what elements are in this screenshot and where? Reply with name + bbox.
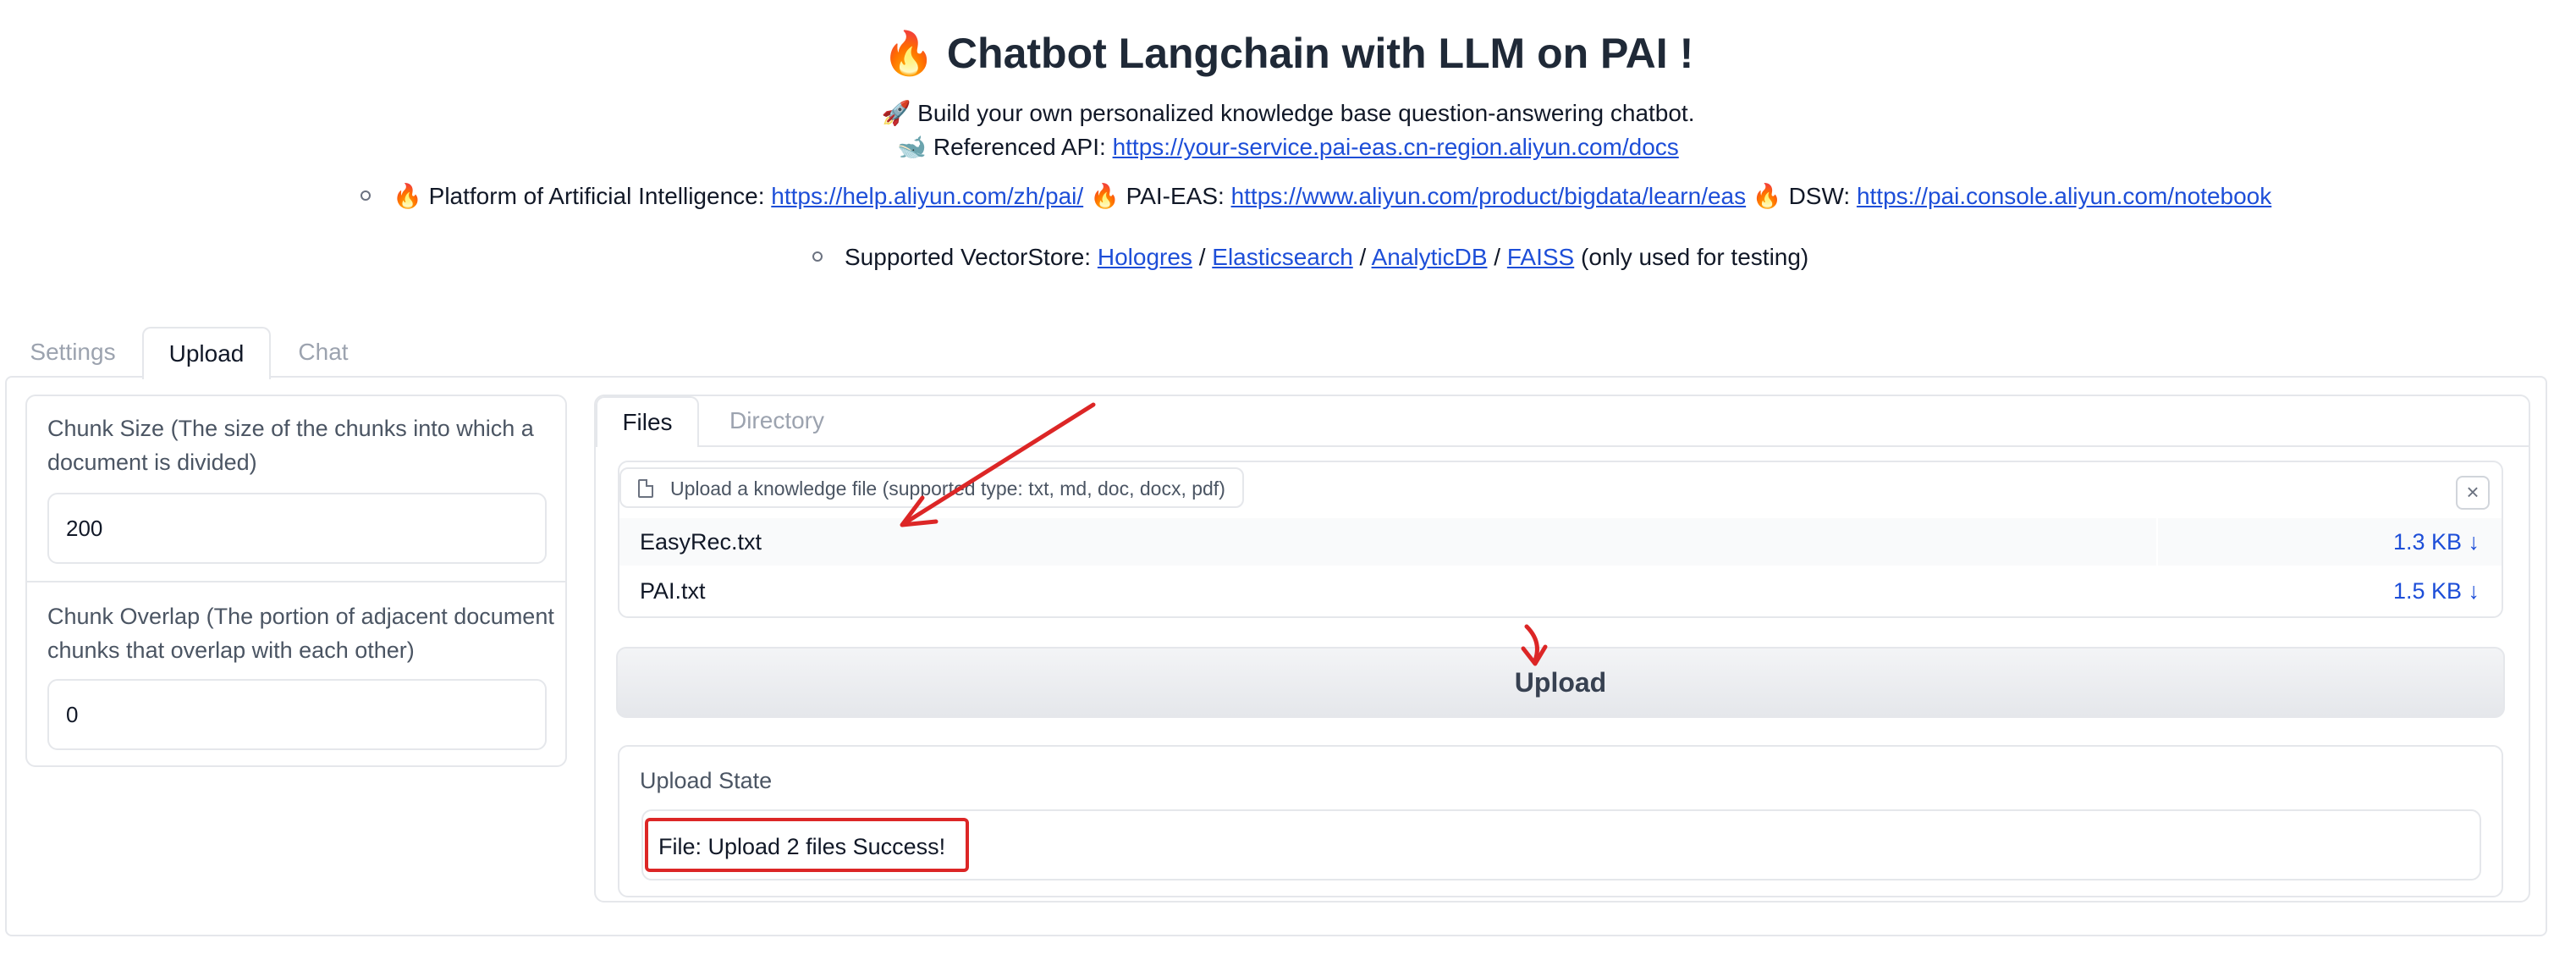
separator: / — [1352, 244, 1372, 270]
elasticsearch-link[interactable]: Elasticsearch — [1212, 244, 1353, 270]
hologres-link[interactable]: Hologres — [1098, 244, 1192, 270]
bullet-icon — [812, 251, 823, 262]
api-reference-link[interactable]: https://your-service.pai-eas.cn-region.a… — [1113, 134, 1679, 160]
eas-label: PAI-EAS: — [1126, 183, 1231, 209]
separator: / — [1487, 244, 1507, 270]
divider — [2156, 518, 2158, 566]
tab-settings[interactable]: Settings — [14, 327, 132, 378]
upload-state-value: File: Upload 2 files Success! — [645, 818, 970, 872]
divider — [27, 581, 565, 582]
pai-label: Platform of Artificial Intelligence: — [428, 183, 772, 209]
chunk-overlap-label: Chunk Overlap (The portion of adjacent d… — [47, 604, 554, 663]
dsw-link[interactable]: https://pai.console.aliyun.com/notebook — [1857, 183, 2271, 209]
faiss-note: (only used for testing) — [1574, 244, 1809, 270]
vectorstore-label: Supported VectorStore: — [845, 244, 1098, 270]
faiss-link[interactable]: FAISS — [1507, 244, 1574, 270]
file-upload-label: Upload a knowledge file (supported type:… — [619, 467, 1244, 508]
chunk-settings-panel: Chunk Size (The size of the chunks into … — [25, 395, 567, 767]
fire-icon: 🔥 — [1752, 183, 1782, 209]
file-upload-dropzone[interactable]: Upload a knowledge file (supported type:… — [618, 461, 2503, 618]
file-upload-label-text: Upload a knowledge file (supported type:… — [670, 478, 1225, 500]
page-title: 🔥 Chatbot Langchain with LLM on PAI ! — [0, 25, 2576, 81]
chunk-size-label: Chunk Size (The size of the chunks into … — [47, 416, 534, 475]
clear-files-button[interactable]: × — [2456, 476, 2490, 510]
page-title-text: Chatbot Langchain with LLM on PAI ! — [946, 30, 1694, 77]
whale-icon: 🐋 — [897, 134, 927, 160]
api-reference-line: 🐋 Referenced API: https://your-service.p… — [0, 130, 2576, 164]
fire-icon: 🔥 — [393, 183, 422, 209]
upload-button[interactable]: Upload — [616, 647, 2505, 718]
separator: / — [1192, 244, 1213, 270]
tab-files[interactable]: Files — [596, 396, 699, 447]
file-name: PAI.txt — [640, 578, 706, 604]
subtitle-line: 🚀 Build your own personalized knowledge … — [0, 97, 2576, 130]
file-name: EasyRec.txt — [640, 529, 762, 555]
platform-links-bullet: 🔥 Platform of Artificial Intelligence: h… — [361, 179, 2271, 213]
tab-chat[interactable]: Chat — [279, 327, 367, 378]
tab-directory[interactable]: Directory — [706, 396, 848, 445]
dsw-label: DSW: — [1788, 183, 1857, 209]
file-row: EasyRec.txt 1.3 KB ↓ — [619, 518, 2502, 566]
tab-upload[interactable]: Upload — [142, 327, 271, 379]
file-download-link[interactable]: 1.5 KB ↓ — [2393, 567, 2480, 615]
file-download-link[interactable]: 1.3 KB ↓ — [2393, 518, 2480, 566]
file-icon — [638, 479, 653, 498]
fire-icon: 🔥 — [882, 30, 936, 77]
bullet-icon — [361, 190, 371, 201]
file-row: PAI.txt 1.5 KB ↓ — [619, 567, 2502, 615]
chunk-size-input[interactable]: 200 — [47, 493, 547, 564]
pai-link[interactable]: https://help.aliyun.com/zh/pai/ — [771, 183, 1083, 209]
vectorstore-bullet: Supported VectorStore: Hologres / Elasti… — [812, 240, 1808, 274]
chunk-overlap-input[interactable]: 0 — [47, 679, 547, 750]
rocket-icon: 🚀 — [881, 100, 911, 126]
api-reference-label: Referenced API: — [933, 134, 1113, 160]
subtitle-text: Build your own personalized knowledge ba… — [917, 100, 1695, 126]
main-tabs: Settings Upload Chat — [0, 327, 2576, 379]
upload-state-label: Upload State — [640, 768, 773, 793]
analyticdb-link[interactable]: AnalyticDB — [1372, 244, 1488, 270]
eas-link[interactable]: https://www.aliyun.com/product/bigdata/l… — [1231, 183, 1747, 209]
fire-icon: 🔥 — [1089, 183, 1120, 209]
